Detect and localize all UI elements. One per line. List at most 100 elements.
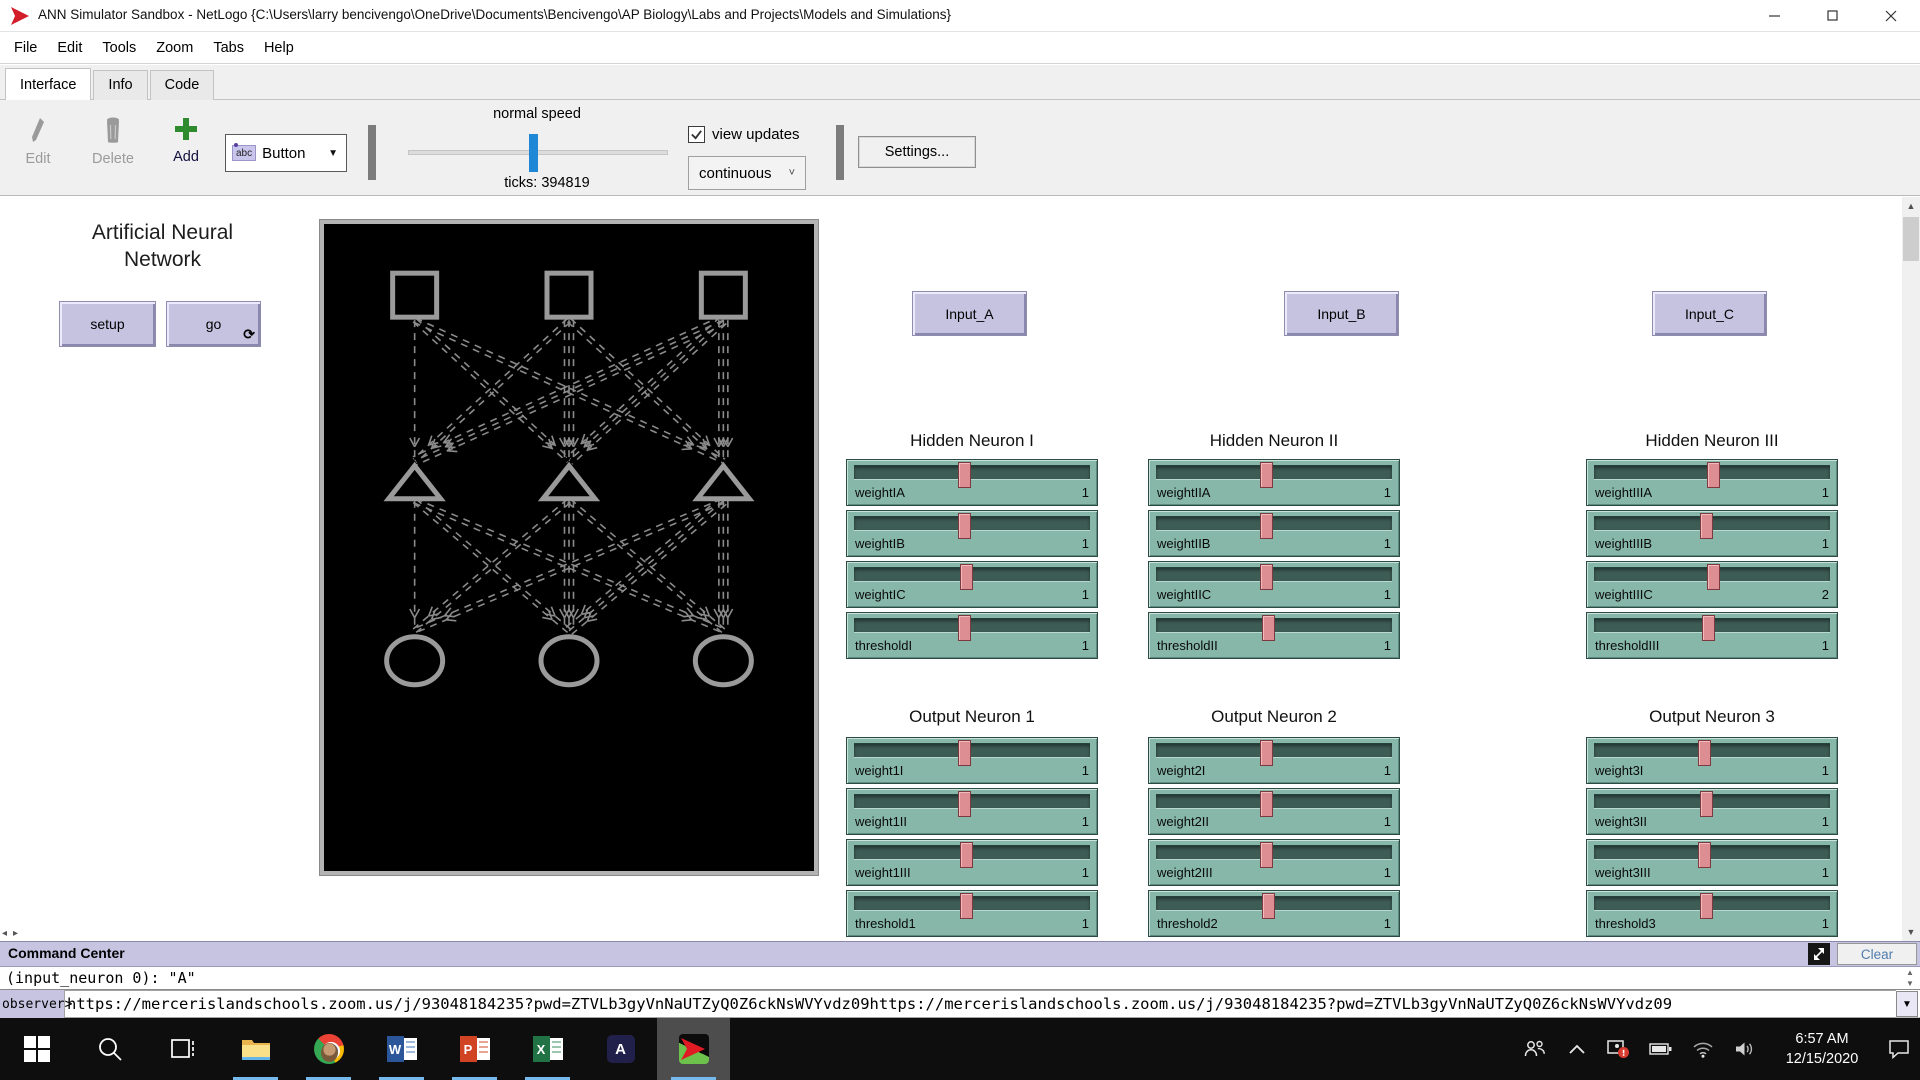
menu-file[interactable]: File	[4, 33, 47, 63]
powerpoint-taskbar-button[interactable]: P	[438, 1018, 511, 1080]
weightIB-slider[interactable]: weightIB1	[846, 510, 1098, 557]
input_c-button[interactable]: Input_C	[1652, 291, 1767, 336]
thresholdI-slider[interactable]: thresholdI1	[846, 612, 1098, 659]
clear-button[interactable]: Clear	[1837, 943, 1917, 965]
slider-track[interactable]	[854, 794, 1090, 809]
slider-value: 1	[1822, 638, 1829, 653]
word-taskbar-button[interactable]: W	[365, 1018, 438, 1080]
file-explorer-taskbar-button[interactable]	[219, 1018, 292, 1080]
excel-taskbar-button[interactable]: X	[511, 1018, 584, 1080]
output-scroll-arrows[interactable]: ▲▼	[1902, 967, 1918, 989]
weightIIIC-slider[interactable]: weightIIIC2	[1586, 561, 1838, 608]
horizontal-scroll-arrows[interactable]: ◂▸	[2, 928, 24, 939]
slider-track[interactable]	[1594, 845, 1830, 860]
weightIA-slider[interactable]: weightIA1	[846, 459, 1098, 506]
group-title-hidden-neuron-iii: Hidden Neuron III	[1586, 431, 1838, 451]
edit-tool-button[interactable]: Edit	[16, 116, 60, 167]
menu-tabs[interactable]: Tabs	[203, 33, 254, 63]
thresholdII-slider[interactable]: thresholdII1	[1148, 612, 1400, 659]
menu-zoom[interactable]: Zoom	[146, 33, 203, 63]
action-center-icon[interactable]	[1878, 1018, 1920, 1080]
slider-track[interactable]	[1156, 743, 1392, 758]
thresholdIII-slider[interactable]: thresholdIII1	[1586, 612, 1838, 659]
threshold3-slider[interactable]: threshold31	[1586, 890, 1838, 937]
vertical-scrollbar[interactable]: ▲ ▼	[1902, 197, 1920, 941]
task-view-taskbar-button[interactable]	[146, 1018, 219, 1080]
input_a-button[interactable]: Input_A	[912, 291, 1027, 336]
threshold1-slider[interactable]: threshold11	[846, 890, 1098, 937]
notification-badge-icon[interactable]	[1598, 1018, 1640, 1080]
slider-track[interactable]	[854, 743, 1090, 758]
slider-track[interactable]	[1594, 743, 1830, 758]
world-view[interactable]	[320, 220, 818, 875]
output-node-circle	[541, 637, 597, 685]
input_b-button[interactable]: Input_B	[1284, 291, 1399, 336]
slider-track[interactable]	[1156, 567, 1392, 582]
weight1II-slider[interactable]: weight1II1	[846, 788, 1098, 835]
volume-icon[interactable]	[1724, 1018, 1766, 1080]
weight1III-slider[interactable]: weight1III1	[846, 839, 1098, 886]
history-dropdown-button[interactable]: ▼	[1896, 991, 1918, 1017]
slider-value: 1	[1384, 865, 1391, 880]
taskbar-clock[interactable]: 6:57 AM 12/15/2020	[1766, 1029, 1878, 1069]
wifi-icon[interactable]	[1682, 1018, 1724, 1080]
settings-button[interactable]: Settings...	[858, 136, 976, 168]
widget-type-dropdown[interactable]: abc Button ▼	[225, 134, 347, 172]
weight3II-slider[interactable]: weight3II1	[1586, 788, 1838, 835]
update-mode-dropdown[interactable]: continuous ˅	[688, 156, 806, 190]
start-taskbar-button[interactable]	[0, 1018, 73, 1080]
tab-interface[interactable]: Interface	[5, 68, 91, 100]
close-button[interactable]	[1862, 0, 1920, 32]
slider-name: weightIIB	[1157, 536, 1210, 551]
menu-tools[interactable]: Tools	[92, 33, 146, 63]
go-button[interactable]: go⟳	[166, 301, 261, 347]
speed-slider-handle[interactable]	[529, 134, 538, 172]
setup-button[interactable]: setup	[59, 301, 156, 347]
scroll-up-icon[interactable]: ▲	[1902, 197, 1920, 215]
battery-icon[interactable]	[1640, 1018, 1682, 1080]
chrome-taskbar-button[interactable]	[292, 1018, 365, 1080]
weightIIA-slider[interactable]: weightIIA1	[1148, 459, 1400, 506]
command-input[interactable]: https://mercerislandschools.zoom.us/j/93…	[64, 990, 1896, 1018]
search-taskbar-button[interactable]	[73, 1018, 146, 1080]
delete-tool-button[interactable]: Delete	[88, 116, 138, 167]
slider-track[interactable]	[1156, 516, 1392, 531]
weight2I-slider[interactable]: weight2I1	[1148, 737, 1400, 784]
weight1I-slider[interactable]: weight1I1	[846, 737, 1098, 784]
slider-track[interactable]	[854, 465, 1090, 480]
threshold2-slider[interactable]: threshold21	[1148, 890, 1400, 937]
weightIIIB-slider[interactable]: weightIIIB1	[1586, 510, 1838, 557]
slider-name: threshold3	[1595, 916, 1656, 931]
scrollbar-thumb[interactable]	[1903, 217, 1919, 261]
slider-track[interactable]	[1156, 845, 1392, 860]
minimize-button[interactable]	[1746, 0, 1804, 32]
add-tool-button[interactable]: Add	[164, 116, 208, 165]
slider-track[interactable]	[1156, 465, 1392, 480]
weight3I-slider[interactable]: weight3I1	[1586, 737, 1838, 784]
slider-track[interactable]	[854, 516, 1090, 531]
people-icon[interactable]	[1514, 1018, 1556, 1080]
slider-track[interactable]	[1156, 794, 1392, 809]
slider-name: weight2III	[1157, 865, 1213, 880]
acrobat-taskbar-button[interactable]: A	[584, 1018, 657, 1080]
speed-slider[interactable]	[408, 150, 668, 155]
view-updates-checkbox[interactable]: view updates	[688, 126, 800, 143]
menu-edit[interactable]: Edit	[47, 33, 92, 63]
weight2II-slider[interactable]: weight2II1	[1148, 788, 1400, 835]
slider-track[interactable]	[854, 618, 1090, 633]
weightIIIA-slider[interactable]: weightIIIA1	[1586, 459, 1838, 506]
weightIIB-slider[interactable]: weightIIB1	[1148, 510, 1400, 557]
tab-info[interactable]: Info	[93, 70, 147, 100]
tab-code[interactable]: Code	[150, 70, 215, 100]
weightIIC-slider[interactable]: weightIIC1	[1148, 561, 1400, 608]
weight2III-slider[interactable]: weight2III 1	[1148, 839, 1400, 886]
expand-command-center-button[interactable]	[1808, 943, 1830, 965]
weight3III-slider[interactable]: weight3III1	[1586, 839, 1838, 886]
menu-help[interactable]: Help	[254, 33, 304, 63]
netlogo-taskbar-button[interactable]	[657, 1018, 730, 1080]
scroll-down-icon[interactable]: ▼	[1902, 923, 1920, 941]
netlogo-window: ANN Simulator Sandbox - NetLogo {C:\User…	[0, 0, 1920, 1080]
weightIC-slider[interactable]: weightIC1	[846, 561, 1098, 608]
maximize-button[interactable]	[1804, 0, 1862, 32]
hidden-icons-chevron-icon[interactable]	[1556, 1018, 1598, 1080]
